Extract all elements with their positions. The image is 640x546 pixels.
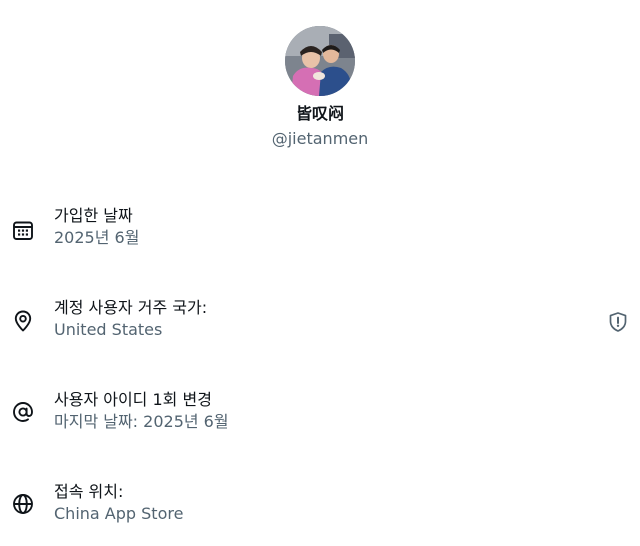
profile-header: 皆叹闷 @jietanmen — [0, 26, 640, 149]
calendar-icon — [11, 218, 35, 242]
info-row-text: 가입한 날짜 2025년 6월 — [54, 206, 139, 248]
info-row-username-changes: 사용자 아이디 1회 변경 마지막 날짜: 2025년 6월 — [0, 390, 640, 438]
info-row-joined: 가입한 날짜 2025년 6월 — [0, 206, 640, 254]
location-pin-icon — [11, 309, 35, 333]
globe-icon — [11, 492, 35, 516]
country-label: 계정 사용자 거주 국가: — [54, 298, 208, 317]
joined-value: 2025년 6월 — [54, 228, 140, 247]
info-row-text: 사용자 아이디 1회 변경 마지막 날짜: 2025년 6월 — [54, 390, 229, 432]
avatar-photo — [285, 26, 355, 96]
display-name: 皆叹闷 — [295, 104, 344, 123]
username-change-label: 사용자 아이디 1회 변경 — [54, 390, 212, 409]
connected-via-label: 접속 위치: — [54, 482, 124, 501]
info-row-connected-via: 접속 위치: China App Store — [0, 482, 640, 530]
connected-via-value: China App Store — [54, 504, 184, 523]
info-row-country: 계정 사용자 거주 국가: United States — [0, 298, 640, 346]
username-handle: @jietanmen — [271, 129, 369, 148]
country-value: United States — [54, 320, 163, 339]
avatar[interactable] — [285, 26, 355, 96]
shield-alert-icon[interactable] — [607, 311, 629, 333]
at-sign-icon — [11, 400, 35, 424]
info-row-text: 계정 사용자 거주 국가: United States — [54, 298, 207, 340]
username-change-value: 마지막 날짜: 2025년 6월 — [54, 412, 229, 431]
joined-label: 가입한 날짜 — [54, 206, 133, 225]
info-row-text: 접속 위치: China App Store — [54, 482, 183, 524]
